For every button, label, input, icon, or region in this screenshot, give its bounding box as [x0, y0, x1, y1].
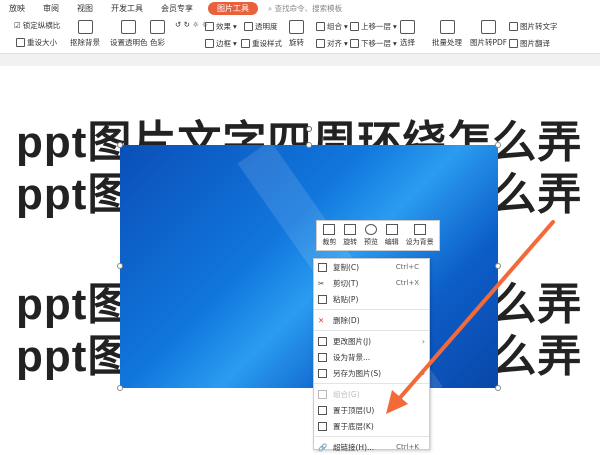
- arrow-shaft: [396, 220, 555, 402]
- annotation-arrow: [386, 220, 555, 414]
